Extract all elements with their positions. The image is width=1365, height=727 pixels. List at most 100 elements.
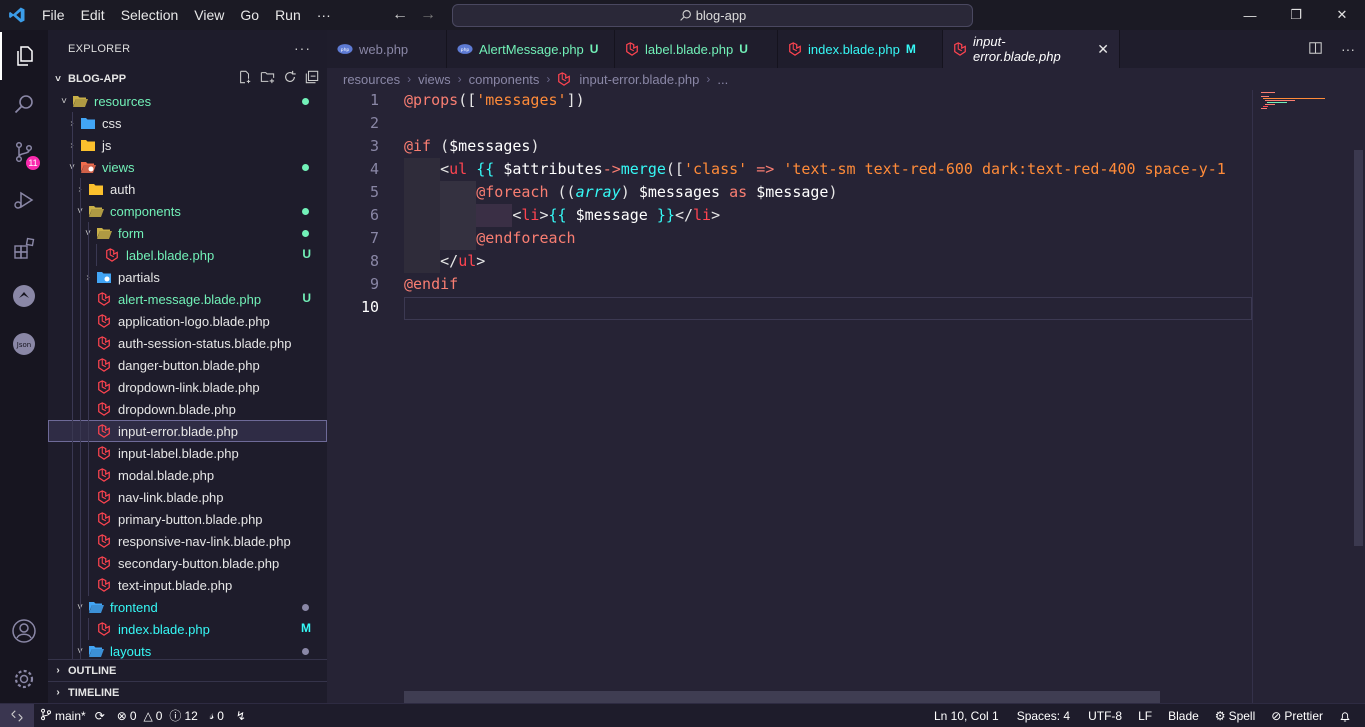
arrow-left-icon[interactable]: ← — [392, 6, 408, 24]
menu-item-view[interactable]: View — [186, 7, 232, 23]
remote-indicator-icon[interactable] — [0, 703, 34, 727]
tree-file[interactable]: alert-message.blade.php U — [48, 288, 327, 310]
tree-folder[interactable]: ˅form — [48, 222, 327, 244]
indentation[interactable]: Spaces: 4 — [1011, 709, 1076, 723]
extensions-icon[interactable] — [0, 224, 48, 272]
menu-item-run[interactable]: Run — [267, 7, 309, 23]
tree-file[interactable]: auth-session-status.blade.php — [48, 332, 327, 354]
split-editor-icon[interactable] — [1308, 41, 1323, 58]
command-center-search[interactable]: blog-app — [452, 4, 973, 27]
code-line[interactable]: <ul {{ $attributes->merge(['class' => 't… — [404, 158, 1226, 181]
search-icon[interactable] — [0, 80, 48, 128]
restore-icon[interactable]: ❐ — [1273, 0, 1319, 30]
menu-item-selection[interactable]: Selection — [113, 7, 187, 23]
line-number[interactable]: 1 — [327, 90, 379, 112]
code-line[interactable]: @endforeach — [404, 227, 576, 250]
remote-explorer-icon[interactable] — [0, 272, 48, 320]
line-number[interactable]: 2 — [327, 112, 379, 135]
code-line[interactable]: @endif — [404, 273, 458, 296]
breadcrumb-item[interactable]: views — [418, 72, 451, 87]
minimap[interactable] — [1252, 90, 1352, 703]
code-line[interactable]: @if ($messages) — [404, 135, 539, 158]
menu-item-file[interactable]: File — [34, 7, 73, 23]
line-number[interactable]: 7 — [327, 227, 379, 250]
tree-file[interactable]: nav-link.blade.php — [48, 486, 327, 508]
line-number[interactable]: 4 — [327, 158, 379, 181]
tree-file[interactable]: secondary-button.blade.php — [48, 552, 327, 574]
language-mode[interactable]: Blade — [1162, 709, 1205, 723]
tree-file[interactable]: primary-button.blade.php — [48, 508, 327, 530]
end-of-line[interactable]: LF — [1132, 709, 1158, 723]
line-number[interactable]: 3 — [327, 135, 379, 158]
tree-file[interactable]: modal.blade.php — [48, 464, 327, 486]
minimize-icon[interactable]: — — [1227, 0, 1273, 30]
run-debug-icon[interactable] — [0, 176, 48, 224]
code-line[interactable]: </ul> — [404, 250, 485, 273]
lightning-icon[interactable]: ↯ — [230, 709, 252, 723]
tree-folder[interactable]: ›auth — [48, 178, 327, 200]
json-icon[interactable]: Json — [0, 320, 48, 368]
editor-tab[interactable]: label.blade.php U — [615, 30, 778, 68]
tree-file[interactable]: index.blade.php M — [48, 618, 327, 640]
menu-item-more[interactable]: ··· — [309, 7, 339, 23]
editor-tab[interactable]: php AlertMessage.php U — [447, 30, 615, 68]
tree-file[interactable]: dropdown-link.blade.php — [48, 376, 327, 398]
breadcrumb-item[interactable]: ... — [717, 72, 728, 87]
tree-folder[interactable]: ˅layouts — [48, 640, 327, 659]
line-number[interactable]: 6 — [327, 204, 379, 227]
tree-folder[interactable]: ›partials — [48, 266, 327, 288]
branch-indicator[interactable]: main* ⟳ — [34, 708, 111, 724]
arrow-right-icon[interactable]: → — [420, 6, 436, 24]
problems-indicator[interactable]: ⊗ 0 △ 0 ⓘ 12 — [111, 707, 204, 724]
spell-indicator[interactable]: ⚙ Spell — [1209, 709, 1261, 723]
tree-folder[interactable]: ˅views — [48, 156, 327, 178]
close-window-icon[interactable]: ✕ — [1319, 0, 1365, 30]
code-line[interactable]: @props(['messages']) — [404, 90, 585, 112]
tree-file[interactable]: text-input.blade.php — [48, 574, 327, 596]
editor-tab[interactable]: index.blade.php M — [778, 30, 943, 68]
tree-folder[interactable]: ˅frontend — [48, 596, 327, 618]
encoding[interactable]: UTF-8 — [1082, 709, 1128, 723]
vertical-scrollbar[interactable] — [1352, 90, 1365, 703]
code-editor[interactable]: 1 2 3 4 5 6 7 8 9 10 @props(['messages']) @if ($mes… — [327, 90, 1365, 703]
outline-section[interactable]: › OUTLINE — [48, 659, 327, 681]
code-line[interactable]: @foreach ((array) $messages as $message) — [404, 181, 838, 204]
ports-indicator[interactable]: 𝓈 0 — [204, 708, 230, 723]
settings-gear-icon[interactable] — [0, 655, 48, 703]
tree-folder[interactable]: ˅components — [48, 200, 327, 222]
breadcrumb-item[interactable]: components — [469, 72, 540, 87]
new-folder-icon[interactable] — [260, 70, 275, 87]
line-number[interactable]: 10 — [327, 296, 379, 319]
collapse-all-icon[interactable] — [305, 70, 319, 87]
prettier-indicator[interactable]: ⊘ Prettier — [1265, 709, 1329, 723]
tree-file[interactable]: danger-button.blade.php — [48, 354, 327, 376]
tree-file[interactable]: label.blade.php U — [48, 244, 327, 266]
menu-item-go[interactable]: Go — [232, 7, 267, 23]
line-number[interactable]: 5 — [327, 181, 379, 204]
tree-file[interactable]: application-logo.blade.php — [48, 310, 327, 332]
code-line[interactable]: <li>{{ $message }}</li> — [404, 204, 720, 227]
tree-folder[interactable]: ˅ resources — [48, 90, 327, 112]
line-number[interactable]: 8 — [327, 250, 379, 273]
line-number[interactable]: 9 — [327, 273, 379, 296]
breadcrumb-item[interactable]: resources — [343, 72, 400, 87]
tree-file[interactable]: dropdown.blade.php — [48, 398, 327, 420]
refresh-icon[interactable] — [283, 70, 297, 87]
close-icon[interactable]: ✕ — [1097, 41, 1109, 58]
tree-file[interactable]: input-error.blade.php — [48, 420, 327, 442]
tree-file[interactable]: input-label.blade.php — [48, 442, 327, 464]
more-actions-icon[interactable]: ··· — [1341, 41, 1355, 57]
editor-tab[interactable]: input-error.blade.php ✕ — [943, 30, 1120, 68]
cursor-position[interactable]: Ln 10, Col 1 — [928, 709, 1005, 723]
sync-icon[interactable]: ⟳ — [95, 709, 105, 723]
timeline-section[interactable]: › TIMELINE — [48, 681, 327, 703]
account-icon[interactable] — [0, 607, 48, 655]
scrollbar-thumb[interactable] — [1354, 150, 1363, 546]
tree-file[interactable]: responsive-nav-link.blade.php — [48, 530, 327, 552]
project-header[interactable]: ˅ BLOG-APP — [48, 68, 327, 90]
tree-folder[interactable]: ›css — [48, 112, 327, 134]
editor-tab[interactable]: php web.php — [327, 30, 447, 68]
explorer-icon[interactable] — [0, 32, 48, 80]
tree-folder[interactable]: ›js — [48, 134, 327, 156]
source-control-icon[interactable]: 11 — [0, 128, 48, 176]
